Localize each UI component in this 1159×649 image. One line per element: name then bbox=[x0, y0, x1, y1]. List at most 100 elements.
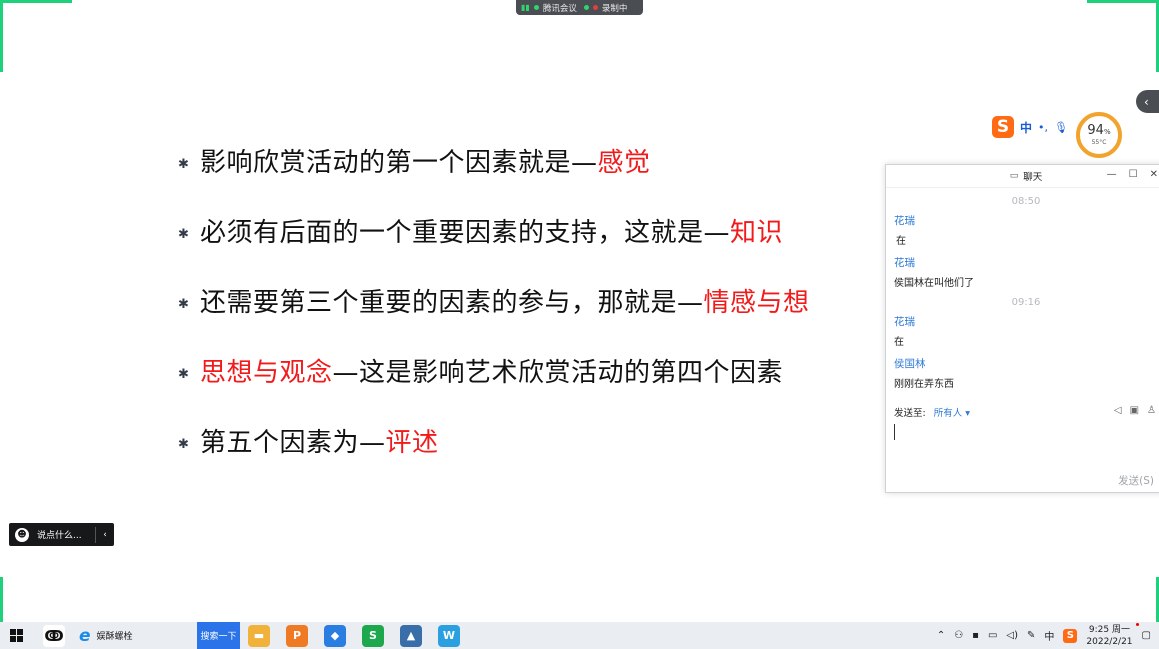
photos-icon[interactable]: ▲ bbox=[400, 624, 422, 647]
app-s-icon[interactable]: ↂ bbox=[43, 624, 65, 647]
bullet-mark-icon: ✱ bbox=[178, 157, 189, 172]
tencent-meeting-icon[interactable]: ◆ bbox=[324, 624, 346, 647]
windows-start-icon[interactable] bbox=[10, 629, 23, 642]
network-icon[interactable]: ▭ bbox=[988, 630, 997, 641]
members-icon[interactable]: ♙ bbox=[1147, 405, 1156, 416]
share-border-corner bbox=[1087, 0, 1159, 3]
message-time: 08:50 bbox=[1011, 196, 1041, 207]
bullet-highlight: 思想与观念 bbox=[200, 358, 333, 388]
bullet-item: ✱ 思想与观念—这是影响艺术欣赏活动的第四个因素 bbox=[178, 352, 783, 389]
say-something-box[interactable]: ☻ 说点什么... ‹ bbox=[9, 523, 114, 546]
bullet-mark-icon: ✱ bbox=[178, 437, 189, 452]
message-content: 在 bbox=[894, 337, 904, 348]
send-to-dropdown[interactable]: 所有人 ▾ bbox=[934, 405, 970, 419]
gauge-temp: 55°C bbox=[1091, 139, 1107, 146]
meeting-app-label: 腾讯会议 bbox=[542, 3, 577, 14]
input-lang-indicator[interactable]: 中 bbox=[1044, 628, 1054, 643]
printer-icon[interactable]: ▪ bbox=[972, 630, 979, 641]
record-dot-icon bbox=[592, 5, 598, 10]
ime-toolbar[interactable]: S 中 •, 🎙 bbox=[992, 116, 1068, 138]
recording-label: 录制中 bbox=[601, 3, 628, 14]
ie-icon: e bbox=[79, 625, 91, 646]
notification-dot bbox=[1135, 622, 1139, 626]
ime-lang-toggle[interactable]: 中 bbox=[1020, 119, 1032, 136]
message-content: 刚刚在弄东西 bbox=[894, 379, 954, 390]
status-dot-icon bbox=[583, 5, 589, 10]
bullet-text: 第五个因素为— bbox=[200, 428, 386, 458]
share-border-corner bbox=[0, 0, 3, 72]
chevron-left-icon[interactable]: ‹ bbox=[95, 526, 114, 543]
bullet-highlight: 评述 bbox=[385, 428, 439, 458]
image-icon[interactable]: ▣ bbox=[1130, 405, 1139, 416]
meeting-status-bar[interactable]: ▮▮ 腾讯会议 录制中 bbox=[516, 0, 643, 15]
gauge-unit: % bbox=[1103, 128, 1111, 136]
clock[interactable]: 9:25 周一 2022/2/21 bbox=[1086, 622, 1139, 648]
chat-title: 聊天 bbox=[1023, 172, 1043, 183]
speaker-icon[interactable]: ◁ bbox=[1114, 405, 1122, 416]
share-border-corner bbox=[0, 0, 72, 3]
bullet-mark-icon: ✱ bbox=[178, 367, 189, 382]
taskbar-ie-item[interactable]: e 娱酥螺栓 bbox=[79, 626, 189, 646]
clock-date: 2022/2/21 bbox=[1086, 636, 1133, 647]
message-content: 在 bbox=[896, 236, 906, 247]
chat-input[interactable] bbox=[894, 424, 895, 440]
chevron-left-icon: ‹ bbox=[1144, 94, 1149, 109]
ie-item-label: 娱酥螺栓 bbox=[96, 632, 133, 642]
bullet-highlight: 情感与想 bbox=[703, 288, 810, 318]
chat-window: ▭ 聊天 — ☐ ✕ 08:50 花瑞 在 花瑞 侯国林在叫他们了 09:16 … bbox=[885, 164, 1159, 493]
performance-gauge[interactable]: 94% 55°C bbox=[1076, 112, 1122, 158]
bullet-text: 还需要第三个重要的因素的参与，那就是— bbox=[200, 288, 704, 318]
sogou-logo-icon[interactable]: S bbox=[992, 116, 1014, 138]
gauge-value: 94 bbox=[1087, 123, 1104, 138]
bullet-text: 必须有后面的一个重要因素的支持，这就是— bbox=[200, 218, 731, 248]
system-tray: ⌃ ⚇ ▪ ▭ ◁) ✎ 中 S 9:25 周一 2022/2/21 ▢ bbox=[937, 622, 1159, 648]
message-sender[interactable]: 花瑞 bbox=[894, 213, 1158, 228]
message-sender[interactable]: 花瑞 bbox=[894, 314, 1158, 329]
emoji-icon[interactable]: ☻ bbox=[15, 527, 29, 542]
ime-punct-toggle[interactable]: •, bbox=[1038, 121, 1048, 134]
search-button[interactable]: 搜索一下 bbox=[197, 622, 240, 649]
message-sender[interactable]: 侯国林 bbox=[894, 356, 1158, 371]
taskbar: ↂ e 娱酥螺栓 搜索一下 ▬ P ◆ S ▲ W ⌃ ⚇ ▪ ▭ ◁) ✎ 中… bbox=[0, 622, 1159, 649]
maximize-icon[interactable]: ☐ bbox=[1129, 169, 1138, 180]
send-to-label: 发送至: bbox=[894, 408, 926, 419]
clock-time: 9:25 周一 bbox=[1088, 624, 1130, 635]
collapse-panel-button[interactable]: ‹ bbox=[1136, 90, 1159, 113]
meeting-dot-icon bbox=[533, 5, 539, 10]
bullet-text: 影响欣赏活动的第一个因素就是— bbox=[200, 148, 598, 178]
bullet-text: —这是影响艺术欣赏活动的第四个因素 bbox=[332, 358, 784, 388]
people-icon[interactable]: ⚇ bbox=[954, 630, 963, 641]
bullet-item: ✱ 影响欣赏活动的第一个因素就是—感觉 bbox=[178, 142, 651, 179]
bullet-item: ✱ 必须有后面的一个重要因素的支持，这就是—知识 bbox=[178, 212, 783, 249]
minimize-icon[interactable]: — bbox=[1107, 169, 1117, 180]
file-explorer-icon[interactable]: ▬ bbox=[248, 624, 270, 647]
bullet-mark-icon: ✱ bbox=[178, 297, 189, 312]
pen-icon[interactable]: ✎ bbox=[1027, 630, 1035, 641]
chat-icon: ▭ bbox=[1009, 171, 1019, 181]
send-to-row: 发送至: 所有人 ▾ bbox=[894, 405, 970, 419]
message-content: 侯国林在叫他们了 bbox=[894, 278, 974, 289]
bullet-item: ✱ 还需要第三个重要的因素的参与，那就是—情感与想 bbox=[178, 282, 810, 319]
sogou-tray-icon[interactable]: S bbox=[1063, 628, 1078, 643]
say-placeholder[interactable]: 说点什么... bbox=[37, 528, 82, 541]
message-time: 09:16 bbox=[1011, 297, 1041, 308]
chat-message-list[interactable]: 08:50 花瑞 在 花瑞 侯国林在叫他们了 09:16 花瑞 在 侯国林 刚刚… bbox=[886, 188, 1159, 406]
message-sender[interactable]: 花瑞 bbox=[894, 255, 1158, 270]
send-button[interactable]: 发送(S) bbox=[1118, 473, 1154, 488]
presentation-icon[interactable]: P bbox=[286, 624, 308, 647]
mic-icon[interactable]: 🎙 bbox=[1054, 121, 1068, 134]
chat-tools: ◁ ▣ ♙ bbox=[1114, 405, 1156, 416]
chat-titlebar[interactable]: ▭ 聊天 — ☐ ✕ bbox=[886, 165, 1159, 188]
bullet-highlight: 感觉 bbox=[597, 148, 651, 178]
spreadsheet-icon[interactable]: S bbox=[362, 624, 384, 647]
chevron-up-icon[interactable]: ⌃ bbox=[937, 630, 945, 641]
close-icon[interactable]: ✕ bbox=[1150, 169, 1158, 180]
bullet-mark-icon: ✱ bbox=[178, 227, 189, 242]
notification-center-icon[interactable]: ▢ bbox=[1142, 630, 1151, 641]
writer-icon[interactable]: W bbox=[438, 624, 460, 647]
bullet-highlight: 知识 bbox=[730, 218, 784, 248]
bullet-item: ✱ 第五个因素为—评述 bbox=[178, 422, 439, 459]
volume-icon[interactable]: ◁) bbox=[1006, 630, 1018, 641]
send-to-value: 所有人 bbox=[933, 408, 963, 419]
signal-icon: ▮▮ bbox=[521, 3, 530, 12]
